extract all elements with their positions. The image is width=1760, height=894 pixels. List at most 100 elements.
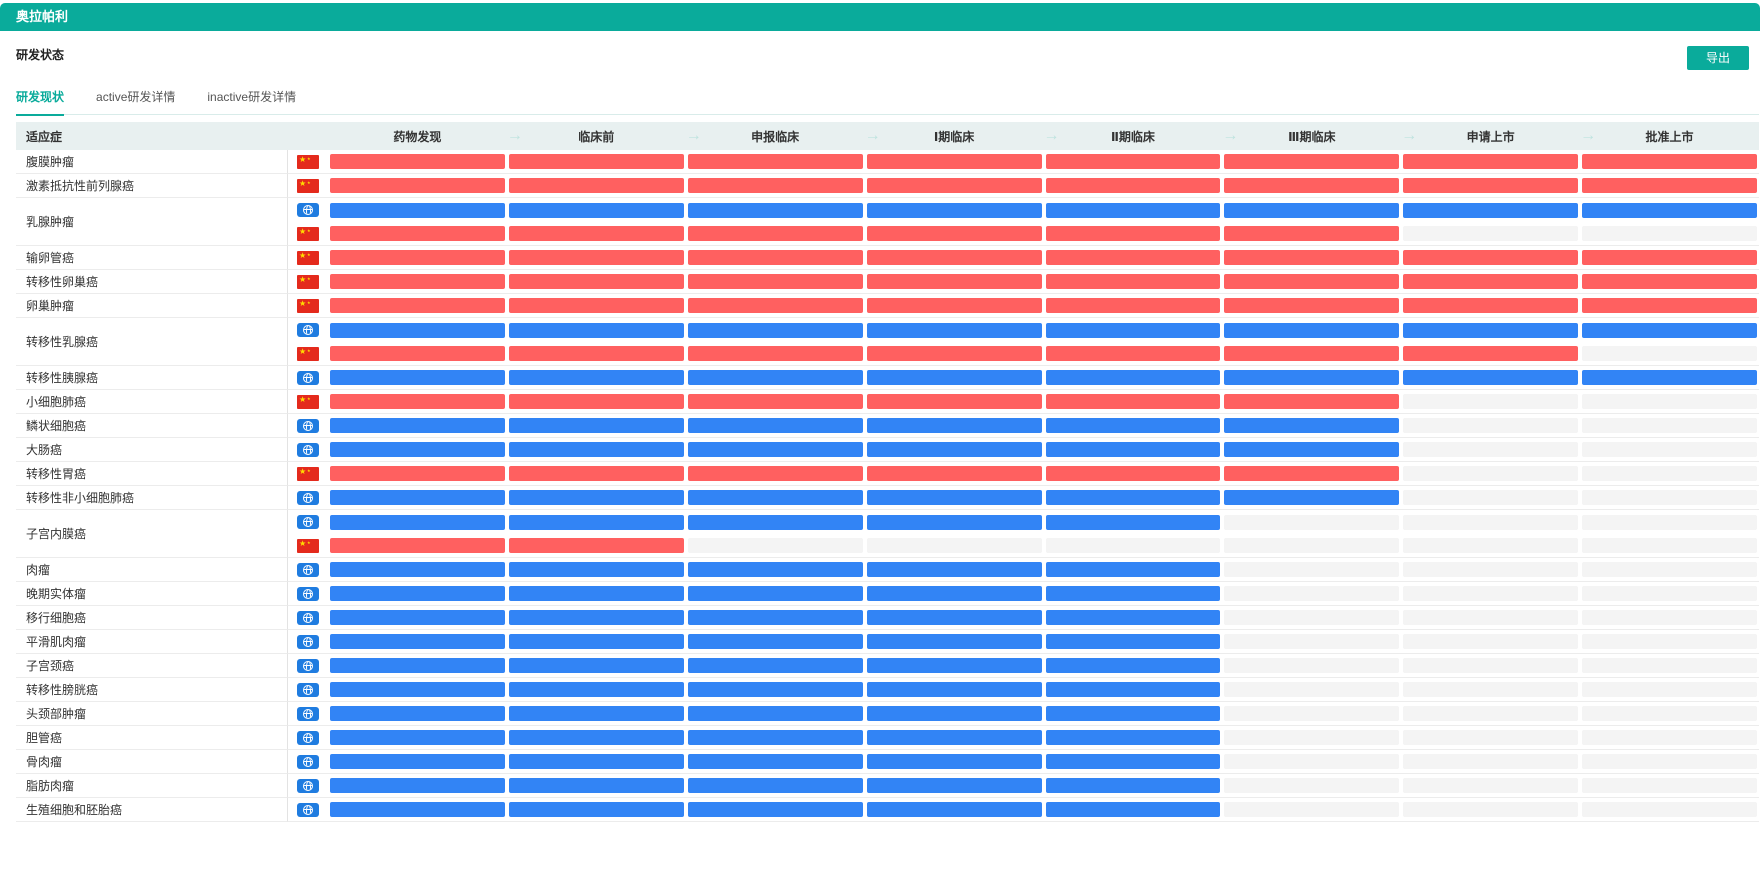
region-cell — [288, 486, 328, 510]
stage-bar-fill — [866, 274, 1042, 289]
stage-progress-bar — [685, 414, 865, 438]
region-cell — [288, 798, 328, 822]
tab-dev-status[interactable]: 研发现状 — [16, 88, 65, 116]
stage-progress-bar — [328, 558, 507, 582]
region-cell — [288, 198, 328, 222]
stage-progress-bar — [1401, 534, 1581, 558]
stage-bar-fill — [866, 154, 1042, 169]
stage-progress-bar — [685, 654, 865, 678]
stage-bar-fill — [1224, 394, 1400, 409]
stage-progress-bar — [1580, 582, 1759, 606]
stage-bar-fill — [1582, 370, 1757, 385]
stage-bar-fill — [508, 562, 684, 577]
stage-header: 批准上市 — [1580, 122, 1759, 150]
stage-bar-fill — [330, 634, 505, 649]
stage-progress-bar — [1222, 582, 1402, 606]
stage-progress-bar — [1043, 534, 1223, 558]
stage-progress-bar — [1044, 510, 1223, 534]
stage-progress-bar — [328, 774, 507, 798]
stage-bar-fill — [1403, 394, 1579, 409]
stage-bar-fill — [866, 346, 1042, 361]
stage-bar-fill — [508, 202, 684, 218]
stage-bar-fill — [1045, 154, 1221, 169]
stage-bar-fill — [508, 610, 684, 625]
stage-progress-bar — [506, 654, 686, 678]
stage-progress-bar — [1044, 198, 1223, 222]
stage-progress-bar — [1222, 678, 1402, 702]
region-cell — [288, 438, 328, 462]
stage-progress-bar — [1043, 462, 1223, 486]
stage-bar-fill — [1224, 778, 1400, 793]
stage-progress-bar — [685, 462, 865, 486]
stage-progress-bar — [328, 678, 507, 702]
stage-progress-bar — [1401, 414, 1581, 438]
stage-progress-bar — [864, 294, 1044, 318]
stage-bar-fill — [1403, 610, 1579, 625]
stage-progress-bar — [1401, 222, 1581, 246]
stage-bar-fill — [1045, 562, 1221, 577]
stage-progress-bar — [865, 318, 1044, 342]
indication-name: 子宫颈癌 — [16, 654, 288, 678]
stage-bar-fill — [1403, 586, 1579, 601]
stage-bar-fill — [866, 610, 1042, 625]
stage-bar-fill — [330, 466, 505, 481]
region-cell — [288, 246, 328, 270]
stage-bar-fill — [1403, 178, 1579, 193]
stage-bar-fill — [1224, 682, 1400, 697]
globe-glyph — [303, 517, 313, 527]
globe-icon — [297, 370, 319, 385]
stage-progress-bar — [328, 510, 507, 534]
indication-name: 子宫内膜癌 — [16, 510, 288, 558]
stage-progress-bar — [1043, 438, 1223, 462]
stage-bar-fill — [1403, 562, 1579, 577]
stage-progress-bar — [1580, 438, 1759, 462]
tab-inactive-details[interactable]: inactive研发详情 — [207, 88, 296, 114]
stage-progress-bar — [685, 438, 865, 462]
stage-bar-fill — [1045, 322, 1221, 338]
tab-active-details[interactable]: active研发详情 — [96, 88, 175, 114]
china-flag-icon — [297, 466, 319, 481]
stage-bar-fill — [866, 682, 1042, 697]
stage-progress-bar — [686, 198, 865, 222]
stage-progress-bar — [328, 198, 507, 222]
globe-glyph — [303, 492, 313, 503]
export-button[interactable]: 导出 — [1687, 46, 1749, 70]
globe-icon — [297, 562, 319, 577]
stage-progress-bar — [685, 774, 865, 798]
globe-glyph — [303, 660, 313, 671]
stage-bar-fill — [508, 322, 684, 338]
stage-progress-bar — [1043, 174, 1223, 198]
stage-bar-fill — [866, 730, 1042, 745]
stage-progress-bar — [506, 390, 686, 414]
stage-bar-fill — [1403, 730, 1579, 745]
china-flag-icon — [297, 226, 319, 241]
stage-bar-fill — [1582, 706, 1757, 721]
stage-bar-fill — [1224, 346, 1400, 361]
stage-progress-bar — [685, 582, 865, 606]
stage-bar-fill — [1582, 682, 1757, 697]
region-cell — [288, 510, 328, 534]
stage-bar-fill — [687, 370, 863, 385]
region-column-header — [288, 122, 328, 150]
stage-progress-bar — [1401, 270, 1581, 294]
indication-name: 大肠癌 — [16, 438, 288, 462]
stage-progress-bar — [328, 150, 507, 174]
stage-bar-fill — [1403, 322, 1579, 338]
stage-bar-fill — [508, 298, 684, 313]
stage-progress-bar — [506, 774, 686, 798]
stage-bar-fill — [1403, 274, 1579, 289]
stage-bar-fill — [687, 634, 863, 649]
indication-name: 转移性胃癌 — [16, 462, 288, 486]
stage-bar-fill — [1403, 514, 1579, 530]
stage-progress-bar — [1043, 342, 1223, 366]
stage-bar-fill — [330, 802, 505, 817]
stage-progress-bar — [1043, 654, 1223, 678]
stage-bar-fill — [1045, 586, 1221, 601]
stage-progress-bar — [1222, 774, 1402, 798]
stage-progress-bar — [685, 486, 865, 510]
stage-bar-fill — [1582, 274, 1757, 289]
stage-progress-bar — [328, 414, 507, 438]
stage-progress-bar — [1222, 702, 1402, 726]
stage-progress-bar — [1401, 654, 1581, 678]
stage-bar-fill — [1045, 490, 1221, 505]
